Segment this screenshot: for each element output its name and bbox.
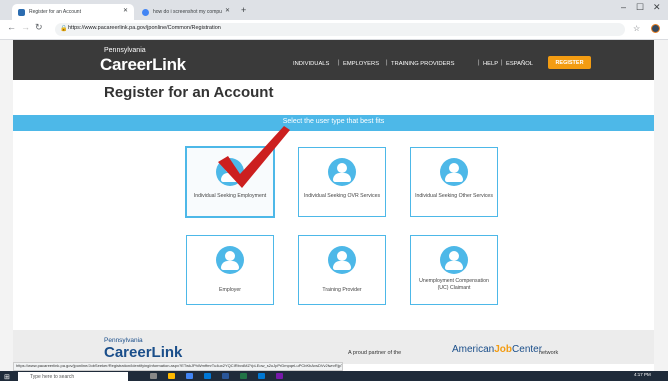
reload-icon[interactable]: ↻ xyxy=(35,22,43,33)
card-label: Individual Seeking Employment xyxy=(193,193,267,199)
taskbar-clock: 4:17 PM xyxy=(634,372,651,377)
file-explorer-icon[interactable] xyxy=(168,373,175,379)
bookmark-star-icon[interactable]: ☆ xyxy=(633,24,640,33)
url-text[interactable]: https://www.pacareerlink.pa.gov/jponline… xyxy=(68,25,221,31)
nav-espanol[interactable]: ESPAÑOL xyxy=(506,61,533,67)
careerlink-logo[interactable]: CareerLink xyxy=(100,55,186,75)
tab-label: Register for an Account xyxy=(29,9,81,15)
page-title: Register for an Account xyxy=(104,84,274,101)
user-icon xyxy=(328,246,356,274)
tab-label: how do i screenshot my compu xyxy=(153,9,222,15)
card-training-provider[interactable]: Training Provider xyxy=(298,235,386,305)
careerlink-favicon-icon xyxy=(18,8,25,16)
lock-icon[interactable]: 🔒 xyxy=(60,25,67,32)
nav-separator: | xyxy=(338,60,340,66)
store-icon[interactable] xyxy=(204,373,211,379)
minimize-icon[interactable]: – xyxy=(621,2,626,12)
task-view-icon[interactable] xyxy=(150,373,157,379)
excel-icon[interactable] xyxy=(240,373,247,379)
close-tab-icon[interactable]: ✕ xyxy=(123,7,128,14)
subtitle: Select the user type that best fits xyxy=(282,118,385,125)
partner-text: A proud partner of the xyxy=(348,350,402,356)
register-button[interactable]: REGISTER xyxy=(548,56,591,69)
nav-separator: | xyxy=(501,60,503,66)
back-icon[interactable]: ← xyxy=(7,22,16,32)
nav-individuals[interactable]: INDIVIDUALS xyxy=(293,61,329,67)
network-text: network xyxy=(539,350,559,356)
card-employer[interactable]: Employer xyxy=(186,235,274,305)
user-icon xyxy=(440,246,468,274)
close-window-icon[interactable]: ✕ xyxy=(653,2,661,13)
profile-avatar[interactable] xyxy=(651,24,660,33)
logo-state-text: Pennsylvania xyxy=(104,47,146,54)
footer-careerlink-logo[interactable]: CareerLink xyxy=(104,344,182,361)
chrome-icon[interactable] xyxy=(186,373,193,379)
forward-icon[interactable]: → xyxy=(21,22,30,32)
nav-separator: | xyxy=(478,60,480,66)
google-favicon-icon xyxy=(142,8,149,16)
nav-training-providers[interactable]: TRAINING PROVIDERS xyxy=(391,61,454,67)
new-tab-button[interactable]: + xyxy=(241,5,246,15)
outlook-icon[interactable] xyxy=(258,373,265,379)
right-margin xyxy=(654,40,668,371)
card-uc-claimant[interactable]: Unemployment Compensation (UC) Claimant xyxy=(410,235,498,305)
card-label: Training Provider xyxy=(322,287,362,293)
user-icon xyxy=(440,158,468,186)
card-label: Individual Seeking OVR Services xyxy=(303,193,381,199)
tab-search[interactable]: how do i screenshot my compu ✕ xyxy=(136,4,236,20)
card-individual-seeking-ovr[interactable]: Individual Seeking OVR Services xyxy=(298,147,386,217)
nav-employers[interactable]: EMPLOYERS xyxy=(343,61,379,67)
american-job-center-logo[interactable]: AmericanJobCenter xyxy=(452,344,542,355)
windows-start-icon[interactable]: ⊞ xyxy=(4,373,10,381)
user-icon xyxy=(216,246,244,274)
card-label: Employer xyxy=(219,287,241,293)
word-icon[interactable] xyxy=(222,373,229,379)
user-icon xyxy=(328,158,356,186)
nav-separator: | xyxy=(386,60,388,66)
red-checkmark-annotation xyxy=(218,126,290,188)
onenote-icon[interactable] xyxy=(276,373,283,379)
status-bar-url: https://www.pacareerlink.pa.gov/jponline… xyxy=(13,362,343,371)
left-margin xyxy=(0,40,13,371)
card-label: Individual Seeking Other Services xyxy=(415,193,493,199)
card-label: Unemployment Compensation (UC) Claimant xyxy=(419,278,489,291)
taskbar-search-input[interactable]: Type here to search xyxy=(18,372,128,381)
close-tab-icon[interactable]: ✕ xyxy=(225,7,230,14)
nav-help[interactable]: HELP xyxy=(483,61,498,67)
maximize-icon[interactable]: ☐ xyxy=(636,2,644,13)
card-individual-seeking-other[interactable]: Individual Seeking Other Services xyxy=(410,147,498,217)
tab-register[interactable]: Register for an Account ✕ xyxy=(12,4,134,20)
footer-logo-state-text: Pennsylvania xyxy=(104,337,143,344)
